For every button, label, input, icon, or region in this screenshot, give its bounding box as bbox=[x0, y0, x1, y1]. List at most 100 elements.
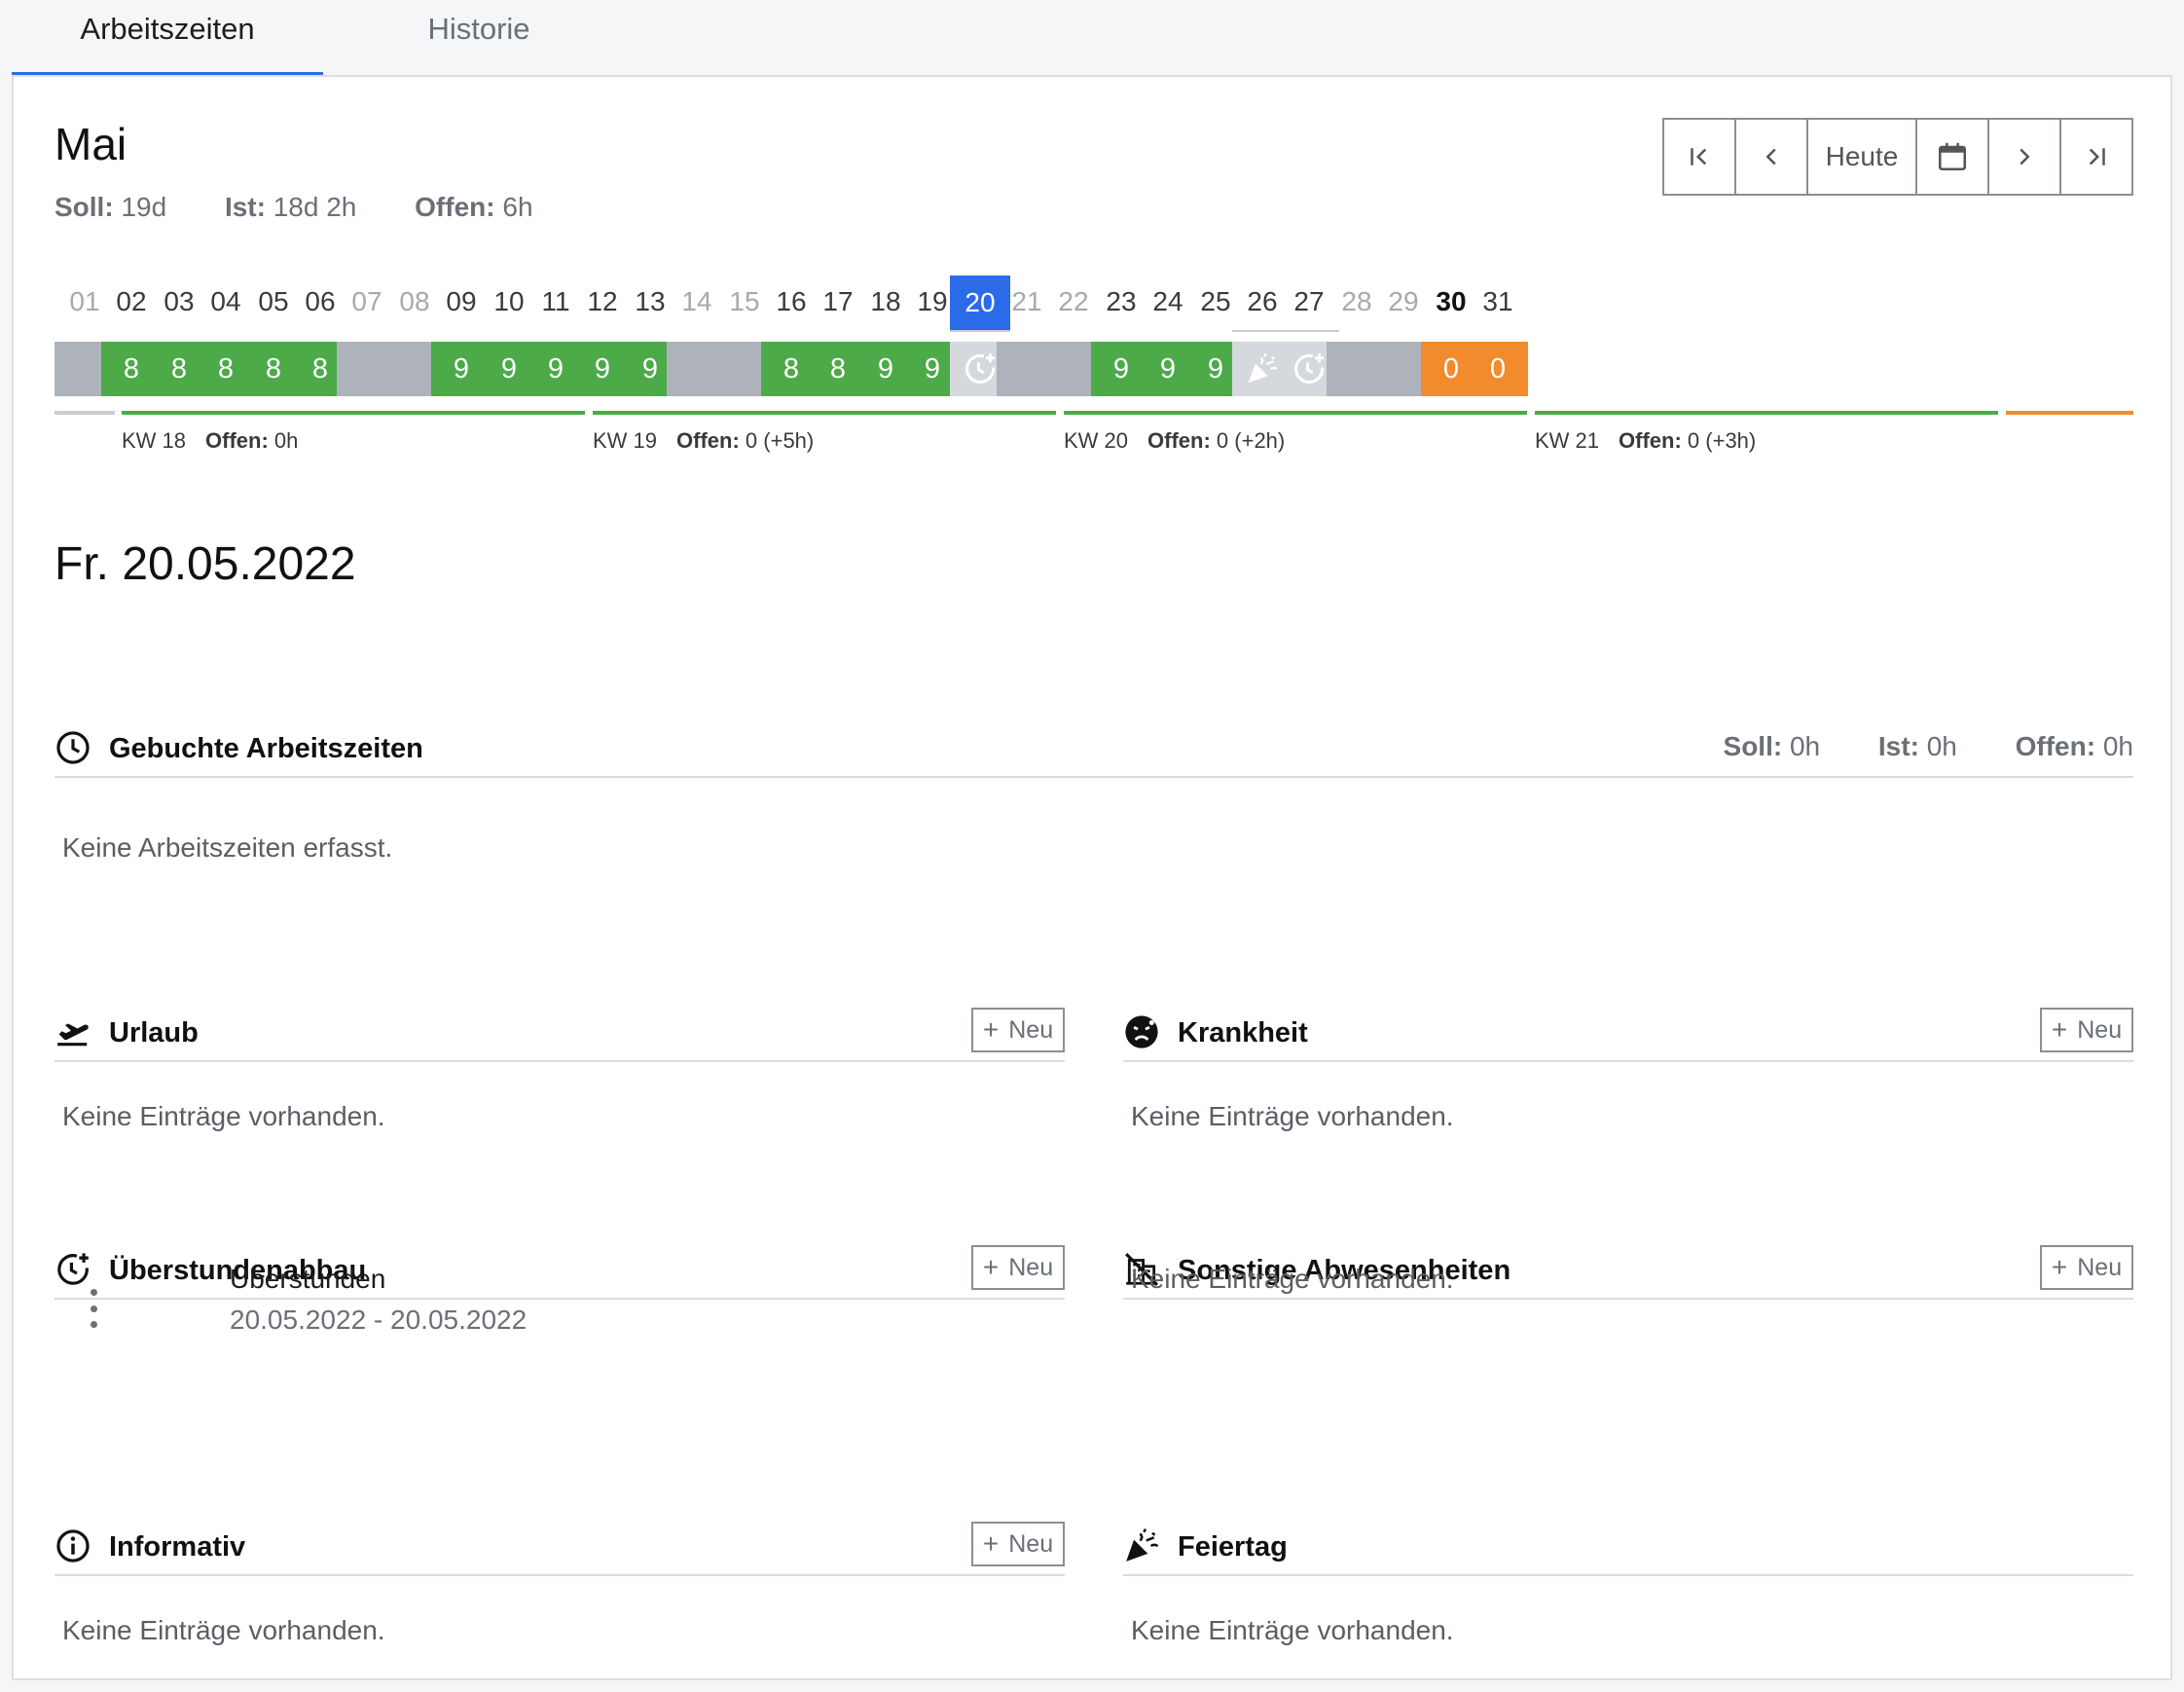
week-label: KW 21 bbox=[1535, 428, 1600, 453]
urlaub-header: Urlaub + Neu bbox=[55, 1004, 1065, 1062]
week-offen-label: Offen: bbox=[676, 428, 740, 453]
chevron-right-icon bbox=[2020, 148, 2030, 166]
selected-day-title: Fr. 20.05.2022 bbox=[55, 538, 356, 590]
overtime-clock-icon bbox=[1292, 351, 1327, 386]
booked-times-stats: Soll: 0h Ist: 0h Offen: 0h bbox=[1673, 731, 2133, 762]
entry-title: Überstunden bbox=[230, 1264, 386, 1294]
main-card: Mai Soll: 19d Ist: 18d 2h Offen: 6h Heut… bbox=[12, 75, 2172, 1680]
week-label: KW 18 bbox=[122, 428, 187, 453]
tab-historie[interactable]: Historie bbox=[382, 0, 576, 76]
entry-menu-button[interactable] bbox=[84, 1289, 103, 1328]
plus-icon: + bbox=[2051, 1014, 2068, 1045]
day-marker-line bbox=[950, 330, 1010, 332]
week-offen-value: 0h bbox=[273, 428, 299, 453]
week-summary-21: KW 21 Offen: 0 (+3h) bbox=[1535, 428, 1756, 454]
last-month-button[interactable] bbox=[2061, 120, 2131, 194]
feiertag-empty: Keine Einträge vorhanden. bbox=[1131, 1615, 1454, 1645]
informativ-new-button[interactable]: + Neu bbox=[971, 1522, 1065, 1566]
sick-face-icon bbox=[1125, 1015, 1158, 1048]
week-offen-value: 0 (+2h) bbox=[1216, 428, 1286, 453]
week-line-20 bbox=[1064, 411, 1527, 415]
last-page-icon bbox=[2089, 148, 2105, 166]
soll-label: Soll: bbox=[55, 192, 114, 222]
chevron-left-icon bbox=[1765, 148, 1776, 166]
ueberstunden-new-button[interactable]: + Neu bbox=[971, 1245, 1065, 1290]
week-offen-label: Offen: bbox=[1147, 428, 1211, 453]
plus-icon: + bbox=[982, 1252, 1000, 1282]
week-summary-19: KW 19 Offen: 0 (+5h) bbox=[593, 428, 814, 454]
krankheit-new-button[interactable]: + Neu bbox=[2040, 1008, 2133, 1052]
entry-date-range: 20.05.2022 - 20.05.2022 bbox=[230, 1305, 528, 1335]
new-button-label: Neu bbox=[1008, 1253, 1054, 1281]
week-summary-18: KW 18 Offen: 0h bbox=[122, 428, 298, 454]
new-button-label: Neu bbox=[2077, 1253, 2123, 1281]
clock-icon bbox=[56, 731, 90, 764]
offen-label: Offen: bbox=[2015, 731, 2096, 761]
ist-label: Ist: bbox=[224, 192, 266, 222]
ueberstunden-header: Überstundenabbau + Neu bbox=[55, 1241, 1065, 1300]
week-label: KW 20 bbox=[1064, 428, 1129, 453]
offen-value: 6h bbox=[502, 192, 533, 222]
plus-icon: + bbox=[982, 1014, 1000, 1045]
week-summary-20: KW 20 Offen: 0 (+2h) bbox=[1064, 428, 1285, 454]
booked-times-header: Gebuchte Arbeitszeiten Soll: 0h Ist: 0h … bbox=[55, 719, 2133, 778]
week-line-21 bbox=[1535, 411, 1998, 415]
new-button-label: Neu bbox=[1008, 1529, 1054, 1558]
week-offen-label: Offen: bbox=[205, 428, 269, 453]
day-cell-31[interactable]: 0 bbox=[1468, 342, 1528, 396]
month-summary: Soll: 19d Ist: 18d 2h Offen: 6h bbox=[55, 192, 584, 223]
booked-times-title: Gebuchte Arbeitszeiten bbox=[109, 733, 423, 764]
soll-value: 0h bbox=[1789, 731, 1821, 761]
ist-label: Ist: bbox=[1877, 731, 1919, 761]
overtime-clock-icon bbox=[57, 1253, 89, 1285]
urlaub-new-button[interactable]: + Neu bbox=[971, 1008, 1065, 1052]
offen-value: 0h bbox=[2102, 731, 2133, 761]
previous-month-button[interactable] bbox=[1736, 120, 1808, 194]
feiertag-title: Feiertag bbox=[1178, 1531, 1288, 1563]
new-button-label: Neu bbox=[1008, 1015, 1054, 1044]
next-month-button[interactable] bbox=[1989, 120, 2061, 194]
week-line-17 bbox=[55, 411, 115, 415]
informativ-header: Informativ + Neu bbox=[55, 1518, 1065, 1576]
week-line-18 bbox=[122, 411, 585, 415]
offen-label: Offen: bbox=[415, 192, 495, 222]
feiertag-header: Feiertag bbox=[1123, 1518, 2133, 1576]
krankheit-header: Krankheit + Neu bbox=[1123, 1004, 2133, 1062]
urlaub-title: Urlaub bbox=[109, 1017, 199, 1048]
week-label: KW 19 bbox=[593, 428, 658, 453]
info-icon bbox=[56, 1529, 90, 1563]
airplane-takeoff-icon bbox=[57, 1023, 89, 1047]
party-popper-icon bbox=[1126, 1528, 1159, 1562]
month-title: Mai bbox=[55, 119, 127, 169]
first-month-button[interactable] bbox=[1664, 120, 1736, 194]
sonstige-new-button[interactable]: + Neu bbox=[2040, 1245, 2133, 1290]
ist-value: 0h bbox=[1926, 731, 1957, 761]
informativ-empty: Keine Einträge vorhanden. bbox=[62, 1615, 385, 1645]
week-line-22 bbox=[2006, 411, 2133, 415]
krankheit-title: Krankheit bbox=[1178, 1017, 1308, 1048]
overtime-clock-icon bbox=[963, 351, 998, 386]
tab-arbeitszeiten[interactable]: Arbeitszeiten bbox=[12, 0, 323, 76]
soll-label: Soll: bbox=[1723, 731, 1783, 761]
soll-value: 19d bbox=[121, 192, 167, 222]
month-navigation: Heute bbox=[1662, 118, 2133, 196]
calendar-icon bbox=[1938, 142, 1967, 171]
ist-value: 18d 2h bbox=[273, 192, 357, 222]
calendar-button[interactable] bbox=[1917, 120, 1989, 194]
tab-bar: Arbeitszeiten Historie bbox=[0, 0, 2184, 76]
booked-times-empty: Keine Arbeitszeiten erfasst. bbox=[62, 832, 393, 863]
plus-icon: + bbox=[2051, 1252, 2068, 1282]
week-line-19 bbox=[593, 411, 1056, 415]
sonstige-empty: Keine Einträge vorhanden. bbox=[1131, 1264, 1454, 1294]
day-number-31[interactable]: 31 bbox=[1468, 286, 1528, 317]
plus-icon: + bbox=[982, 1528, 1000, 1559]
informativ-title: Informativ bbox=[109, 1531, 246, 1563]
party-popper-icon bbox=[1246, 352, 1279, 386]
urlaub-empty: Keine Einträge vorhanden. bbox=[62, 1101, 385, 1131]
today-button[interactable]: Heute bbox=[1808, 120, 1917, 194]
first-page-icon bbox=[1691, 148, 1707, 166]
week-offen-value: 0 (+3h) bbox=[1687, 428, 1757, 453]
krankheit-empty: Keine Einträge vorhanden. bbox=[1131, 1101, 1454, 1131]
week-offen-value: 0 (+5h) bbox=[745, 428, 815, 453]
new-button-label: Neu bbox=[2077, 1015, 2123, 1044]
